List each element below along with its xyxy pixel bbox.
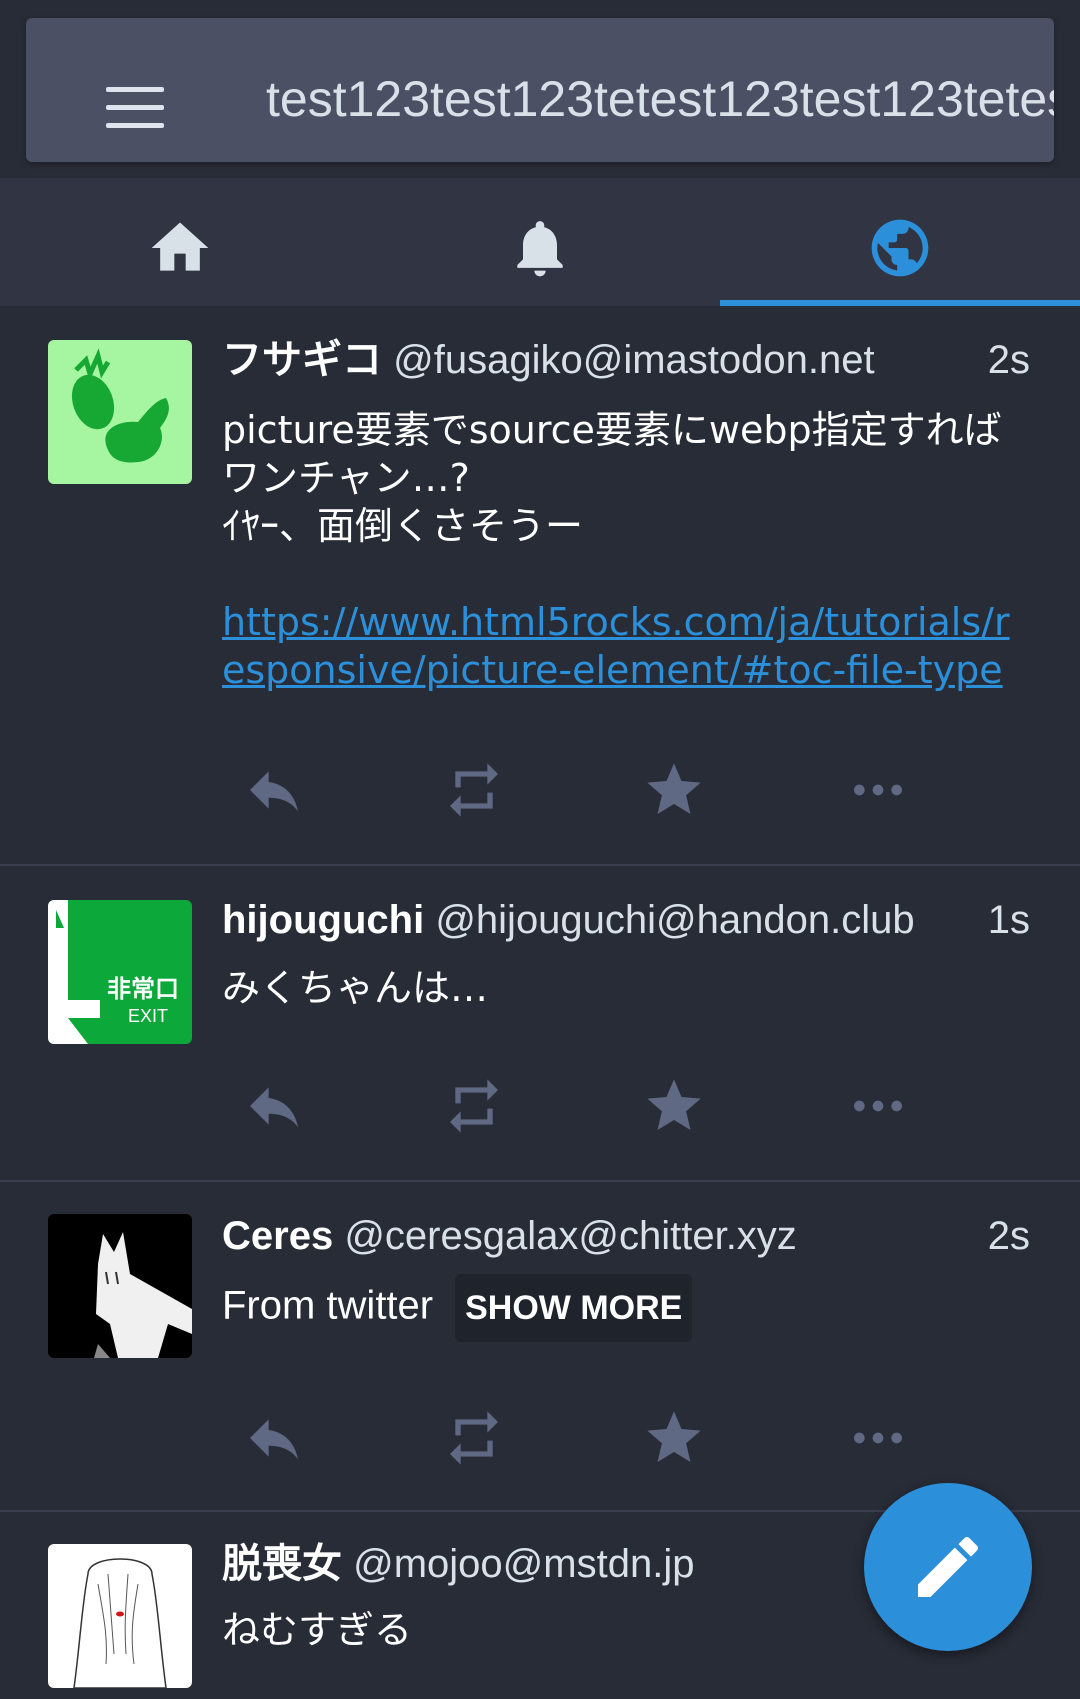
- boost-button[interactable]: [422, 1066, 522, 1146]
- account-handle[interactable]: @fusagiko@imastodon.net: [393, 338, 874, 382]
- reply-icon: [250, 771, 298, 812]
- display-name[interactable]: フサギコ: [222, 338, 382, 382]
- boost-icon: [450, 763, 498, 817]
- content-line: みくちゃんは…: [222, 966, 489, 1010]
- favourite-button[interactable]: [622, 1066, 722, 1146]
- more-button[interactable]: [826, 1398, 926, 1478]
- reply-button[interactable]: [222, 750, 322, 830]
- content-warning-text: From twitter: [222, 1283, 434, 1328]
- globe-icon: [871, 219, 929, 277]
- pencil-icon: [918, 1536, 979, 1597]
- status-item[interactable]: フサギコ @fusagiko@imastodon.net 2s picture要…: [0, 306, 1080, 866]
- status-link[interactable]: https://www.html5rocks.com/ja/tutorials/…: [222, 600, 1010, 692]
- tab-bar: [0, 178, 1080, 306]
- favourite-button[interactable]: [622, 750, 722, 830]
- hamburger-menu-icon[interactable]: [106, 87, 164, 129]
- content-line: ｲﾔｰ、面倒くさそうー: [222, 504, 584, 548]
- tab-home[interactable]: [0, 178, 360, 306]
- bell-icon: [517, 221, 563, 277]
- show-more-button[interactable]: SHOW MORE: [455, 1274, 693, 1342]
- more-icon: [854, 1100, 902, 1112]
- favourite-icon: [647, 1079, 701, 1130]
- status-actions: [222, 1398, 982, 1478]
- tab-notifications[interactable]: [360, 178, 720, 306]
- status-header: hijouguchi @hijouguchi@handon.club 1s: [222, 896, 1030, 944]
- tab-federated[interactable]: [720, 178, 1080, 306]
- avatar[interactable]: [48, 1214, 192, 1358]
- avatar-sign-subtext: EXIT: [128, 1006, 168, 1026]
- boost-icon: [450, 1411, 498, 1465]
- status-item[interactable]: 非常口 EXIT hijouguchi @hijouguchi@handon.c…: [0, 866, 1080, 1182]
- reply-icon: [250, 1087, 298, 1128]
- reply-button[interactable]: [222, 1066, 322, 1146]
- compose-button[interactable]: [864, 1483, 1032, 1651]
- status-actions: [222, 1066, 982, 1146]
- status-header: Ceres @ceresgalax@chitter.xyz 2s: [222, 1212, 1030, 1260]
- status-item[interactable]: Ceres @ceresgalax@chitter.xyz 2s From tw…: [0, 1182, 1080, 1512]
- status-content: From twitter SHOW MORE: [222, 1274, 1022, 1342]
- more-button[interactable]: [826, 750, 926, 830]
- boost-button[interactable]: [422, 1398, 522, 1478]
- home-icon: [151, 222, 209, 271]
- account-handle[interactable]: @mojoo@mstdn.jp: [353, 1542, 694, 1586]
- account-handle[interactable]: @hijouguchi@handon.club: [435, 898, 914, 942]
- avatar[interactable]: [48, 340, 192, 484]
- favourite-button[interactable]: [622, 1398, 722, 1478]
- display-name[interactable]: Ceres: [222, 1214, 333, 1258]
- boost-button[interactable]: [422, 750, 522, 830]
- avatar[interactable]: [48, 1544, 192, 1688]
- column-title: test123test123tetest123test123tetest123t…: [266, 71, 1054, 127]
- top-bar: test123test123tetest123test123tetest123t…: [26, 18, 1054, 162]
- more-button[interactable]: [826, 1066, 926, 1146]
- reply-button[interactable]: [222, 1398, 322, 1478]
- relative-time[interactable]: 1s: [988, 896, 1030, 944]
- more-icon: [854, 1432, 902, 1444]
- account-handle[interactable]: @ceresgalax@chitter.xyz: [344, 1214, 796, 1258]
- avatar[interactable]: 非常口 EXIT: [48, 900, 192, 1044]
- relative-time[interactable]: 2s: [988, 1212, 1030, 1260]
- status-content: picture要素でsource要素にwebp指定すればワンチャン…? ｲﾔｰ、…: [222, 406, 1022, 694]
- favourite-icon: [647, 763, 701, 814]
- favourite-icon: [647, 1411, 701, 1462]
- content-line: picture要素でsource要素にwebp指定すればワンチャン…?: [222, 408, 1002, 500]
- more-icon: [854, 784, 902, 796]
- status-content: みくちゃんは…: [222, 964, 1022, 1012]
- reply-icon: [250, 1419, 298, 1460]
- status-header: フサギコ @fusagiko@imastodon.net 2s: [222, 336, 1030, 384]
- display-name[interactable]: hijouguchi: [222, 898, 424, 942]
- display-name[interactable]: 脱喪女: [222, 1542, 342, 1586]
- status-actions: [222, 750, 982, 830]
- boost-icon: [450, 1079, 498, 1133]
- relative-time[interactable]: 2s: [988, 336, 1030, 384]
- avatar-sign-text: 非常口: [107, 975, 179, 1003]
